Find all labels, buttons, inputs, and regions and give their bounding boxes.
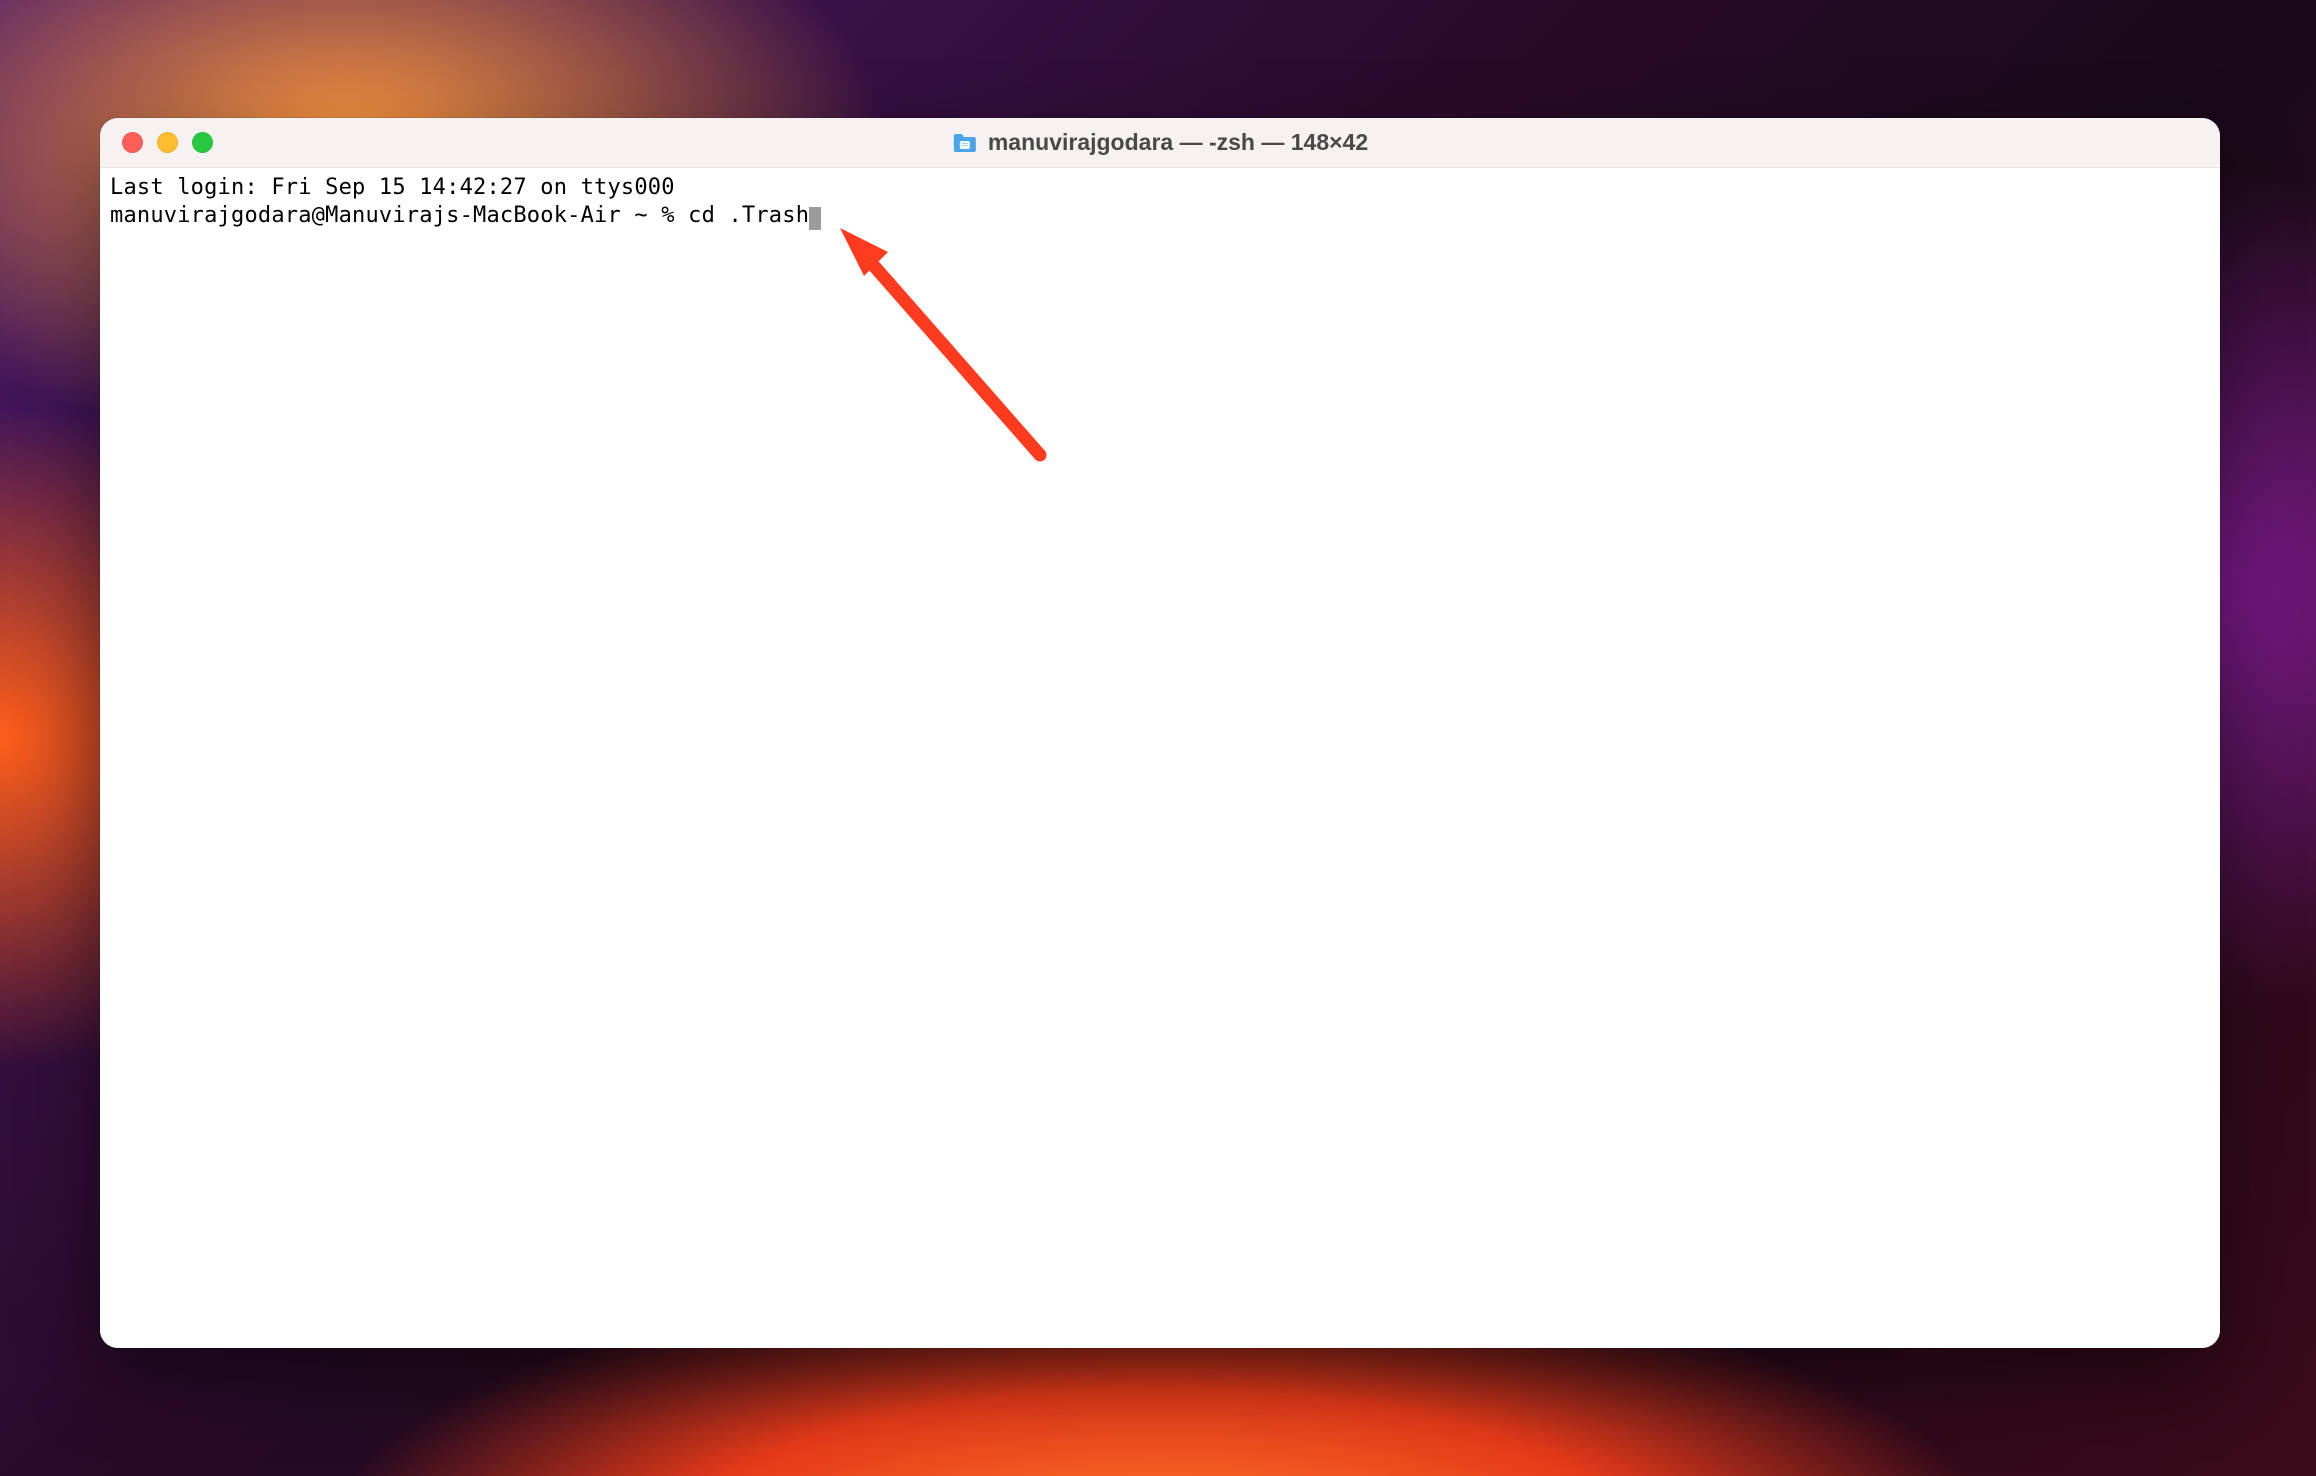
folder-icon — [952, 132, 978, 154]
maximize-button[interactable] — [192, 132, 213, 153]
shell-prompt: manuvirajgodara@Manuvirajs-MacBook-Air ~… — [110, 203, 688, 228]
window-controls — [100, 132, 213, 153]
typed-command: cd .Trash — [688, 203, 809, 228]
window-title-text: manuvirajgodara — -zsh — 148×42 — [988, 129, 1368, 156]
minimize-button[interactable] — [157, 132, 178, 153]
window-title-bar[interactable]: manuvirajgodara — -zsh — 148×42 — [100, 118, 2220, 168]
prompt-line: manuvirajgodara@Manuvirajs-MacBook-Air ~… — [110, 202, 2210, 230]
window-title: manuvirajgodara — -zsh — 148×42 — [952, 129, 1368, 156]
terminal-content[interactable]: Last login: Fri Sep 15 14:42:27 on ttys0… — [100, 168, 2220, 1348]
terminal-window: manuvirajgodara — -zsh — 148×42 Last log… — [100, 118, 2220, 1348]
last-login-line: Last login: Fri Sep 15 14:42:27 on ttys0… — [110, 174, 2210, 202]
close-button[interactable] — [122, 132, 143, 153]
cursor — [809, 207, 821, 230]
